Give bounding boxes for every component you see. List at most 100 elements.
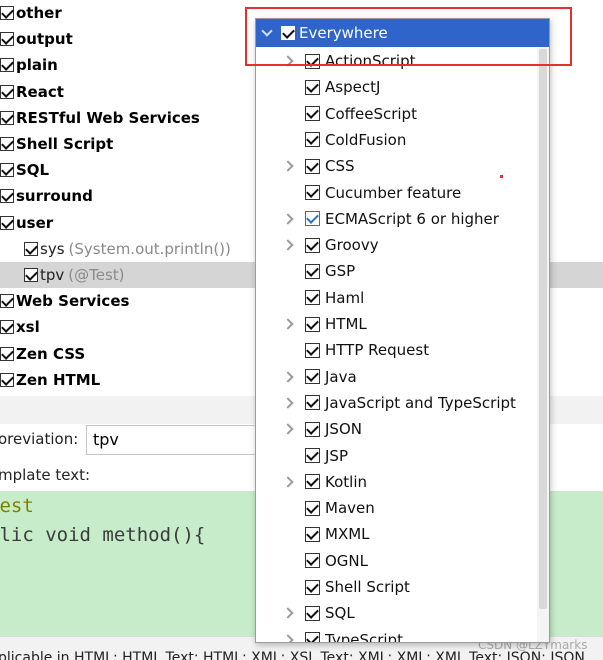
group-checkbox[interactable] <box>0 189 14 204</box>
red-mark <box>500 175 503 178</box>
context-checkbox[interactable] <box>305 579 320 595</box>
context-item-row[interactable]: JavaScript and TypeScript <box>256 390 536 416</box>
template-group-row[interactable]: Web Services <box>0 288 129 314</box>
template-group-row[interactable]: user <box>0 210 53 236</box>
group-checkbox[interactable] <box>0 6 14 20</box>
template-item-row[interactable]: sys (System.out.println()) <box>0 236 231 262</box>
context-item-row[interactable]: ECMAScript 6 or higher <box>256 206 536 232</box>
context-item-row[interactable]: JSON <box>256 416 536 442</box>
context-checkbox[interactable] <box>305 316 320 332</box>
context-item-row[interactable]: ColdFusion <box>256 127 536 153</box>
context-item-row[interactable]: GSP <box>256 258 536 284</box>
group-checkbox[interactable] <box>0 372 14 387</box>
context-checkbox[interactable] <box>305 553 320 569</box>
chevron-right-icon[interactable] <box>282 397 294 409</box>
template-checkbox[interactable] <box>24 268 38 282</box>
context-item-row[interactable]: Groovy <box>256 232 536 258</box>
template-group-row[interactable]: surround <box>0 183 93 209</box>
popup-scrollbar-thumb[interactable] <box>539 49 547 609</box>
group-label: user <box>16 213 54 232</box>
context-checkbox[interactable] <box>305 448 320 463</box>
group-label: xsl <box>16 318 40 337</box>
chevron-right-icon[interactable] <box>282 160 294 172</box>
context-popup[interactable]: Everywhere ActionScript AspectJ CoffeeScri… <box>255 18 550 643</box>
context-checkbox[interactable] <box>305 211 320 227</box>
group-label: Zen CSS <box>16 344 86 363</box>
template-group-row[interactable]: output <box>0 26 73 52</box>
group-checkbox[interactable] <box>0 58 14 73</box>
template-group-row[interactable]: React <box>0 79 64 105</box>
chevron-right-icon[interactable] <box>282 476 294 488</box>
template-group-row[interactable]: Shell Script <box>0 131 113 157</box>
group-label: Shell Script <box>16 135 114 153</box>
template-checkbox[interactable] <box>24 241 38 256</box>
context-item-row[interactable]: Shell Script <box>256 574 536 600</box>
chevron-right-icon[interactable] <box>282 213 294 225</box>
chevron-right-icon[interactable] <box>282 239 294 251</box>
template-group-row[interactable]: SQL <box>0 157 49 183</box>
context-checkbox[interactable] <box>305 526 320 542</box>
group-checkbox[interactable] <box>0 137 14 151</box>
group-checkbox[interactable] <box>0 320 14 335</box>
context-checkbox[interactable] <box>305 605 320 621</box>
context-item-row[interactable]: Haml <box>256 285 536 311</box>
context-checkbox[interactable] <box>305 185 320 200</box>
context-item-row[interactable]: Cucumber feature <box>256 180 536 206</box>
chevron-right-icon[interactable] <box>282 318 294 330</box>
context-checkbox[interactable] <box>305 237 320 253</box>
template-group-row[interactable]: other <box>0 0 62 26</box>
template-group-row[interactable]: RESTful Web Services <box>0 105 200 131</box>
context-checkbox[interactable] <box>305 106 320 122</box>
chevron-right-icon[interactable] <box>282 607 294 619</box>
context-item-row[interactable]: HTML <box>256 311 536 337</box>
context-checkbox[interactable] <box>305 158 320 174</box>
context-label: Kotlin <box>325 472 367 491</box>
context-item-row[interactable]: MXML <box>256 521 536 547</box>
context-label: JSP <box>325 446 348 465</box>
chevron-right-icon[interactable] <box>282 370 294 383</box>
template-group-row[interactable]: Zen CSS <box>0 341 85 367</box>
context-checkbox[interactable] <box>305 632 320 642</box>
group-checkbox[interactable] <box>0 294 14 309</box>
context-item-row[interactable]: SQL <box>256 600 536 626</box>
chevron-right-icon[interactable] <box>282 633 294 642</box>
group-checkbox[interactable] <box>0 84 14 99</box>
context-item-row[interactable]: Kotlin <box>256 469 536 495</box>
context-checkbox[interactable] <box>305 474 320 490</box>
context-label: MXML <box>325 525 370 544</box>
context-item-row[interactable]: CoffeeScript <box>256 101 536 127</box>
context-item-row[interactable]: CSS <box>256 153 536 179</box>
context-item-row[interactable]: AspectJ <box>256 74 536 100</box>
context-checkbox[interactable] <box>305 290 320 306</box>
context-checkbox[interactable] <box>305 132 320 148</box>
context-checkbox[interactable] <box>305 263 320 279</box>
template-group-row[interactable]: xsl <box>0 314 40 340</box>
context-checkbox[interactable] <box>305 369 320 385</box>
template-abbreviation: tpv <box>40 266 65 284</box>
context-checkbox[interactable] <box>305 500 320 516</box>
group-checkbox[interactable] <box>0 32 14 47</box>
context-checkbox[interactable] <box>305 421 320 437</box>
context-item-row[interactable]: HTTP Request <box>256 337 536 363</box>
template-group-row[interactable]: Zen HTML <box>0 367 100 393</box>
group-label: SQL <box>16 161 50 180</box>
group-checkbox[interactable] <box>0 110 14 125</box>
context-item-row[interactable]: TypeScript <box>256 627 536 642</box>
group-checkbox[interactable] <box>0 346 14 361</box>
context-item-row[interactable]: OGNL <box>256 548 536 574</box>
context-item-row[interactable]: Java <box>256 364 536 390</box>
template-group-row[interactable]: plain <box>0 52 58 78</box>
group-checkbox[interactable] <box>0 215 14 230</box>
template-text-label: mplate text: <box>0 466 91 484</box>
context-checkbox[interactable] <box>305 79 320 95</box>
context-label: Maven <box>325 499 375 518</box>
context-item-row[interactable]: Maven <box>256 495 536 521</box>
context-checkbox[interactable] <box>305 342 320 358</box>
context-label: OGNL <box>325 551 369 570</box>
chevron-right-icon[interactable] <box>282 423 294 435</box>
context-label: GSP <box>325 262 356 281</box>
context-checkbox[interactable] <box>305 395 320 411</box>
context-item-row[interactable]: JSP <box>256 443 536 469</box>
group-label: Web Services <box>16 292 130 311</box>
group-checkbox[interactable] <box>0 163 14 178</box>
